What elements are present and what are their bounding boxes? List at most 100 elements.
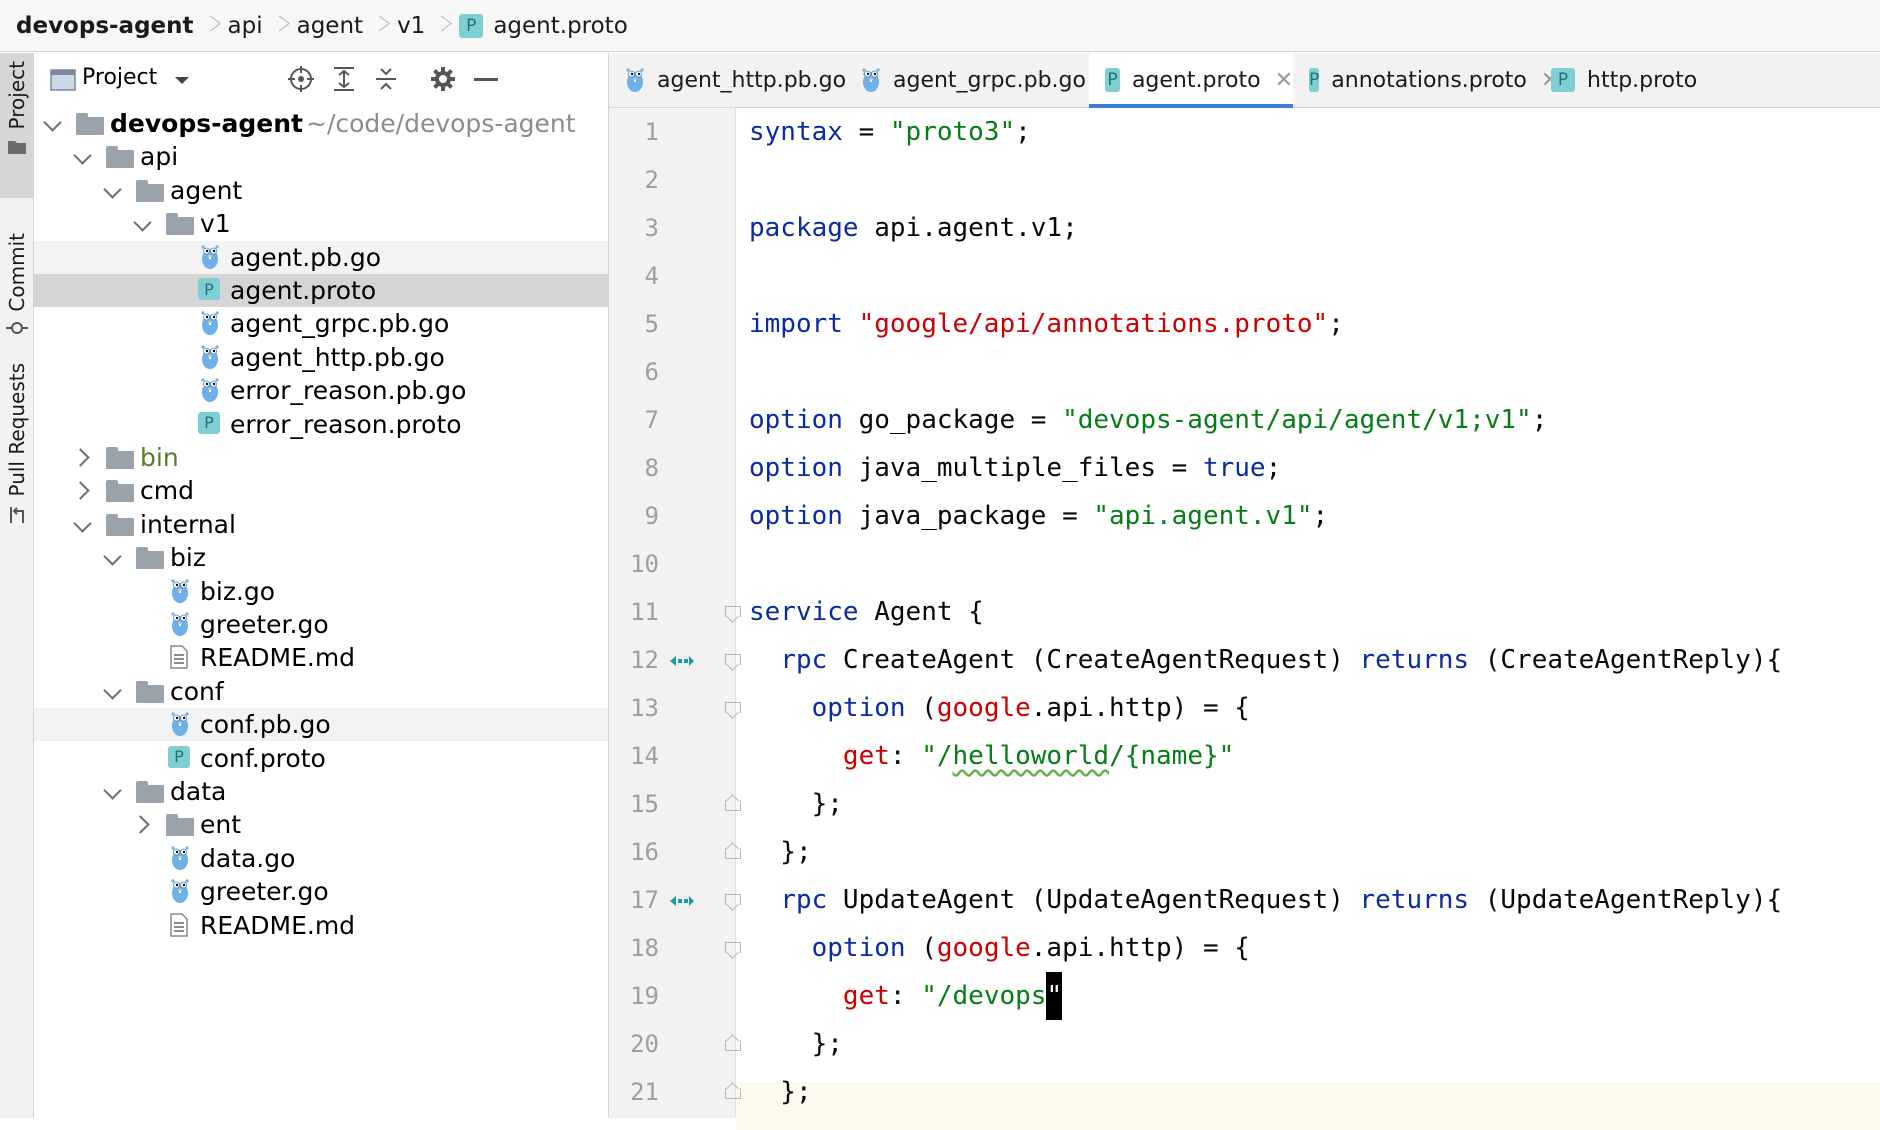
code-line[interactable]: get: "/helloworld/{name}" <box>749 732 1234 780</box>
code-line[interactable]: get: "/devops" <box>749 972 1063 1020</box>
code-editor[interactable]: 1 2 3 4 5 6 7 8 9 10 11 12 13 14 15 16 17 18 19 20 21 syntax… <box>609 108 1880 1130</box>
tool-tab-pull-requests[interactable]: Pull Requests <box>0 363 33 525</box>
gear-icon[interactable] <box>430 66 456 92</box>
chevron-right-icon[interactable] <box>76 484 90 498</box>
code-token: .api.http) = { <box>1030 933 1250 963</box>
proto-icon: P <box>168 745 190 768</box>
code-token: ; <box>1531 405 1548 435</box>
project-view-title[interactable]: Project <box>82 65 157 90</box>
tool-tab-commit[interactable]: Commit <box>0 233 33 336</box>
code-token: "devops-agent/api/agent/v1;v1" <box>1062 405 1532 435</box>
expand-all-icon[interactable] <box>332 66 356 92</box>
chevron-down-icon[interactable] <box>46 118 60 132</box>
code-line[interactable]: }; <box>749 828 811 876</box>
fold-close-icon[interactable] <box>725 796 741 812</box>
folder-icon <box>76 113 104 135</box>
code-line[interactable]: syntax = "proto3"; <box>749 108 1031 156</box>
close-icon[interactable]: ✕ <box>1275 68 1293 93</box>
code-token: true <box>1202 453 1266 483</box>
tree-item[interactable]: agent.pb.go <box>34 240 608 274</box>
fold-open-icon[interactable] <box>725 654 741 670</box>
fold-close-icon[interactable] <box>725 1036 741 1052</box>
code-line[interactable]: option java_package = "api.agent.v1"; <box>749 492 1328 540</box>
code-line[interactable]: option (google.api.http) = { <box>749 924 1250 972</box>
tab-agent-grpc-pb-go[interactable]: agent_grpc.pb.go ✕ <box>845 53 1118 107</box>
code-line[interactable]: option java_multiple_files = true; <box>749 444 1281 492</box>
tree-item[interactable]: agent_grpc.pb.go <box>34 307 608 340</box>
tree-item[interactable]: Pconf.proto <box>34 742 608 775</box>
fold-close-icon[interactable] <box>725 1084 741 1100</box>
code-line[interactable]: package api.agent.v1; <box>749 204 1078 252</box>
breadcrumb-item-v1[interactable]: v1 <box>397 13 425 39</box>
tree-item[interactable]: greeter.go <box>34 875 608 908</box>
tree-item[interactable]: conf.pb.go <box>34 708 608 742</box>
tree-item[interactable]: devops-agent ~/code/devops-agent <box>34 107 608 140</box>
tree-item[interactable]: data.go <box>34 842 608 875</box>
code-line[interactable]: rpc UpdateAgent (UpdateAgentRequest) ret… <box>749 876 1782 924</box>
fold-open-icon[interactable] <box>725 894 741 910</box>
fold-close-icon[interactable] <box>725 844 741 860</box>
tree-item[interactable]: data <box>34 775 608 808</box>
chevron-right-icon[interactable] <box>76 451 90 465</box>
line-number: 6 <box>644 358 659 386</box>
tree-item[interactable]: cmd <box>34 474 608 507</box>
chevron-right-icon <box>273 11 287 41</box>
tree-item[interactable]: agent_http.pb.go <box>34 341 608 374</box>
code-line[interactable]: option go_package = "devops-agent/api/ag… <box>749 396 1547 444</box>
tree-item[interactable]: conf <box>34 675 608 708</box>
locate-file-icon[interactable] <box>288 66 314 92</box>
breadcrumb-item-file[interactable]: P agent.proto <box>459 13 628 39</box>
tab-http-proto[interactable]: P http.proto <box>1535 53 1880 107</box>
tree-item[interactable]: v1 <box>34 207 608 240</box>
fold-open-icon[interactable] <box>725 702 741 718</box>
code-line[interactable]: option (google.api.http) = { <box>749 684 1250 732</box>
breadcrumb-item-api[interactable]: api <box>228 13 263 39</box>
chevron-down-icon[interactable] <box>106 786 120 800</box>
tree-item[interactable]: Perror_reason.proto <box>34 408 608 441</box>
tree-item[interactable]: api <box>34 140 608 173</box>
chevron-down-icon[interactable] <box>106 552 120 566</box>
tree-item[interactable]: internal <box>34 508 608 541</box>
chevron-right-icon[interactable] <box>136 818 150 832</box>
tab-annotations-proto[interactable]: P annotations.proto ✕ <box>1293 53 1559 107</box>
dropdown-arrow-icon[interactable] <box>174 76 190 86</box>
code-line[interactable]: service Agent { <box>749 588 984 636</box>
tab-agent-proto[interactable]: P agent.proto ✕ <box>1089 53 1293 108</box>
code-line[interactable]: }; <box>749 1068 811 1116</box>
tab-agent-http-pb-go[interactable]: agent_http.pb.go ✕ <box>609 53 879 107</box>
code-line[interactable]: rpc CreateAgent (CreateAgentRequest) ret… <box>749 636 1782 684</box>
tree-item[interactable]: ent <box>34 808 608 841</box>
tree-item-label: error_reason.pb.go <box>230 376 467 406</box>
tree-item[interactable]: README.md <box>34 641 608 674</box>
chevron-down-icon[interactable] <box>136 218 150 232</box>
tool-tab-project[interactable]: Project <box>0 53 33 198</box>
tree-item[interactable]: bin <box>34 441 608 474</box>
tree-item[interactable]: greeter.go <box>34 608 608 641</box>
tree-item[interactable]: README.md <box>34 909 608 942</box>
breadcrumb-item-project[interactable]: devops-agent <box>16 13 194 39</box>
grpc-endpoint-icon[interactable] <box>669 893 695 907</box>
tree-item[interactable]: biz.go <box>34 575 608 608</box>
tree-item[interactable]: agent <box>34 174 608 207</box>
folder-icon <box>106 513 134 536</box>
chevron-down-icon[interactable] <box>76 151 90 165</box>
fold-open-icon[interactable] <box>725 942 741 958</box>
hide-panel-icon[interactable] <box>474 78 498 82</box>
fold-open-icon[interactable] <box>725 606 741 622</box>
chevron-down-icon[interactable] <box>76 519 90 533</box>
chevron-down-icon[interactable] <box>106 185 120 199</box>
tree-item[interactable]: Pagent.proto <box>34 274 608 307</box>
code-line[interactable]: }; <box>749 1020 843 1068</box>
breadcrumb-item-agent[interactable]: agent <box>297 13 363 39</box>
tree-item[interactable]: biz <box>34 541 608 574</box>
code-line[interactable]: }; <box>749 780 843 828</box>
gopher-icon <box>625 67 645 93</box>
chevron-down-icon[interactable] <box>106 686 120 700</box>
tree-item-label: internal <box>140 509 236 539</box>
tree-item[interactable]: error_reason.pb.go <box>34 374 608 407</box>
grpc-endpoint-icon[interactable] <box>669 653 695 667</box>
collapse-all-icon[interactable] <box>374 66 398 92</box>
code-token: "api.agent.v1" <box>1093 501 1313 531</box>
code-line[interactable]: import "google/api/annotations.proto"; <box>749 300 1344 348</box>
